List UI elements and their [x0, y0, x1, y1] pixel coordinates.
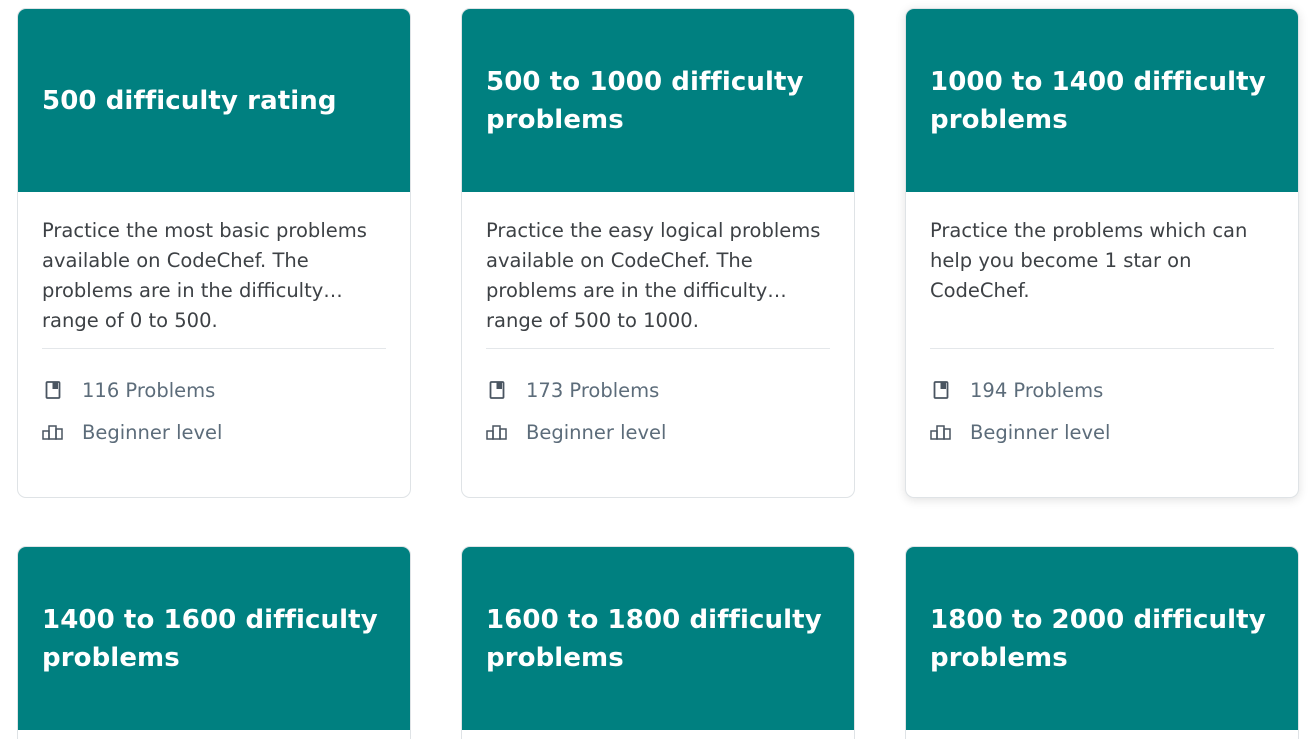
problem-count: 116 Problems [42, 369, 386, 411]
card-header: 1800 to 2000 difficulty problems [906, 547, 1298, 730]
card-meta: 194 Problems Beginner level [930, 349, 1274, 453]
card-meta: 116 Problems Beginner level [42, 349, 386, 453]
card-header: 1400 to 1600 difficulty problems [18, 547, 410, 730]
card-description: Practice the problems which can help you… [930, 219, 1248, 302]
document-icon [930, 379, 952, 401]
problem-count-label: 173 Problems [526, 378, 660, 402]
practice-card[interactable]: 1800 to 2000 difficulty problems [905, 546, 1299, 739]
card-body: Practice the problems which can help you… [906, 192, 1298, 453]
practice-card[interactable]: 1400 to 1600 difficulty problems [17, 546, 411, 739]
document-icon [486, 379, 508, 401]
practice-card[interactable]: 1600 to 1800 difficulty problems [461, 546, 855, 739]
card-title: 1000 to 1400 difficulty problems [930, 66, 1266, 135]
card-header: 1600 to 1800 difficulty problems [462, 547, 854, 730]
card-body: Practice the easy logical problems avail… [462, 192, 854, 453]
card-header: 1000 to 1400 difficulty problems [906, 9, 1298, 192]
practice-card[interactable]: 1000 to 1400 difficulty problems Practic… [905, 8, 1299, 498]
level-bars-icon [42, 421, 64, 443]
practice-card[interactable]: 500 difficulty rating Practice the most … [17, 8, 411, 498]
learning-path-grid: 500 difficulty rating Practice the most … [0, 0, 1313, 739]
practice-card[interactable]: 500 to 1000 difficulty problems Practice… [461, 8, 855, 498]
level-bars-icon [930, 421, 952, 443]
difficulty-level: Beginner level [486, 411, 830, 453]
difficulty-level-label: Beginner level [970, 420, 1111, 444]
problem-count: 173 Problems [486, 369, 830, 411]
card-title: 1800 to 2000 difficulty problems [930, 604, 1266, 673]
difficulty-level-label: Beginner level [82, 420, 223, 444]
problem-count-label: 194 Problems [970, 378, 1104, 402]
difficulty-level-label: Beginner level [526, 420, 667, 444]
card-description: Practice the most basic problems availab… [42, 219, 367, 332]
difficulty-level: Beginner level [930, 411, 1274, 453]
card-meta: 173 Problems Beginner level [486, 349, 830, 453]
card-header: 500 to 1000 difficulty problems [462, 9, 854, 192]
card-title: 500 difficulty rating [42, 85, 337, 116]
card-title: 1400 to 1600 difficulty problems [42, 604, 378, 673]
problem-count-label: 116 Problems [82, 378, 216, 402]
card-description: Practice the easy logical problems avail… [486, 219, 821, 332]
card-title: 1600 to 1800 difficulty problems [486, 604, 822, 673]
document-icon [42, 379, 64, 401]
problem-count: 194 Problems [930, 369, 1274, 411]
card-body: Practice the most basic problems availab… [18, 192, 410, 453]
difficulty-level: Beginner level [42, 411, 386, 453]
level-bars-icon [486, 421, 508, 443]
card-title: 500 to 1000 difficulty problems [486, 66, 804, 135]
card-header: 500 difficulty rating [18, 9, 410, 192]
